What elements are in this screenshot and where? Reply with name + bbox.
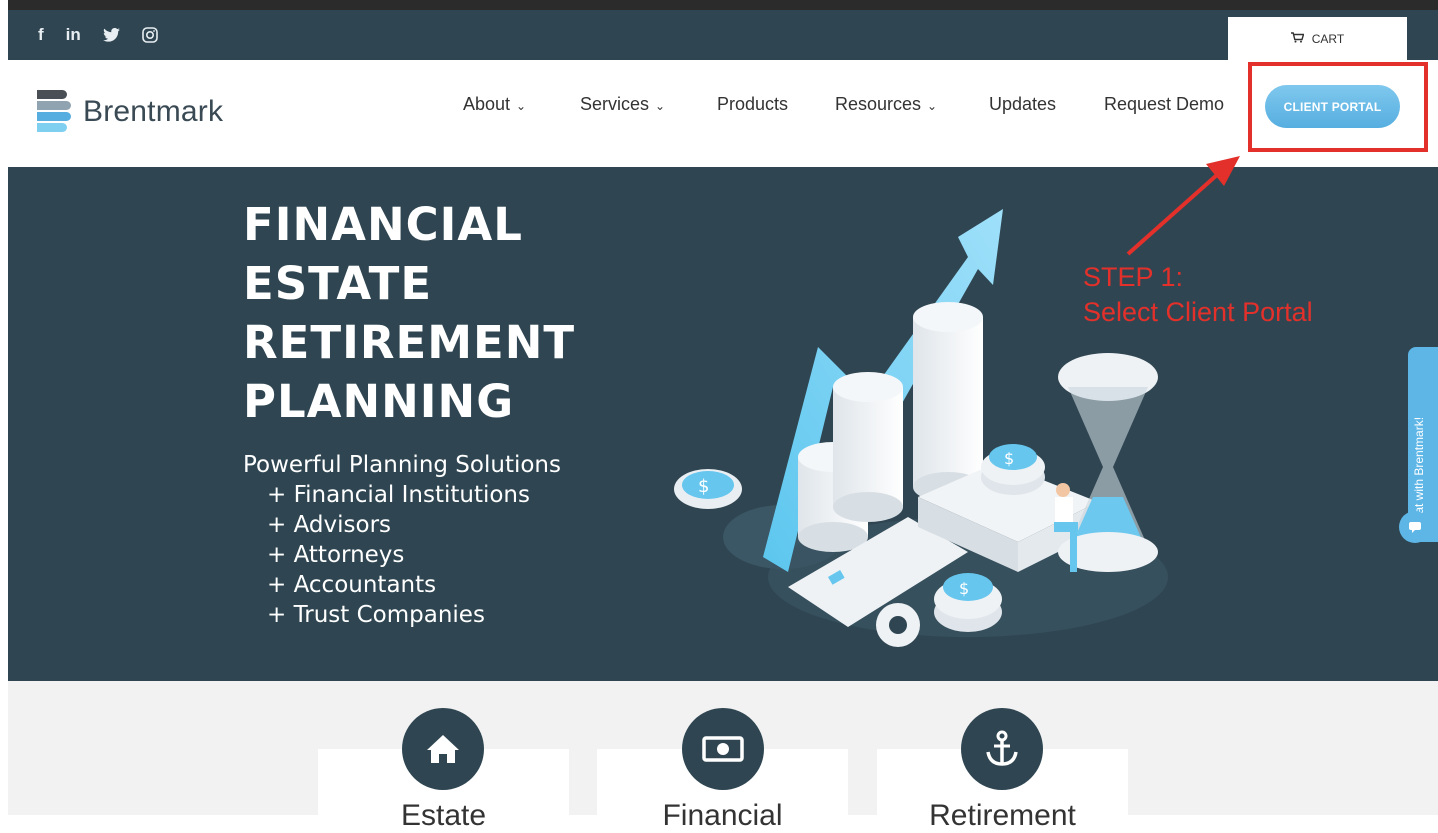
- home-icon: [402, 708, 484, 790]
- hero-subtitle-block: Powerful Planning Solutions + Financial …: [243, 450, 561, 630]
- hero-title-line: RETIREMENT: [243, 316, 576, 369]
- hero-list-item: + Accountants: [267, 572, 437, 598]
- nav-about[interactable]: About ⌄: [463, 94, 526, 115]
- nav-resources[interactable]: Resources ⌄: [835, 94, 937, 115]
- svg-text:$: $: [698, 476, 709, 497]
- main-nav: About ⌄ Services ⌄ Products Resources ⌄ …: [8, 60, 1438, 152]
- services-section: Estate Financial Retirement: [8, 681, 1438, 832]
- instagram-icon[interactable]: [141, 27, 158, 43]
- nav-updates-label: Updates: [989, 94, 1057, 114]
- hero-list-item: + Financial Institutions: [267, 482, 530, 508]
- top-bar: f in CART: [8, 10, 1438, 60]
- nav-services-label: Services: [580, 94, 650, 114]
- hero-subtitle: Powerful Planning Solutions: [243, 452, 561, 478]
- social-links: f in: [38, 10, 158, 60]
- cart-label: CART: [1311, 31, 1345, 46]
- svg-text:$: $: [959, 579, 969, 598]
- cart-button[interactable]: CART: [1228, 17, 1407, 60]
- nav-resources-label: Resources: [835, 94, 922, 114]
- step-annotation-line1: STEP 1:: [1083, 262, 1184, 292]
- facebook-icon[interactable]: f: [38, 25, 44, 45]
- cart-icon: [1290, 31, 1305, 46]
- annotation-arrow: [1126, 156, 1240, 256]
- step-annotation-line2: Select Client Portal: [1083, 297, 1313, 327]
- step-annotation: STEP 1: Select Client Portal: [1083, 260, 1313, 330]
- svg-text:$: $: [1004, 449, 1014, 468]
- twitter-icon[interactable]: [102, 28, 120, 42]
- annotation-highlight-box: [1248, 62, 1428, 152]
- hero-list-item: + Attorneys: [267, 542, 405, 568]
- nav-updates[interactable]: Updates: [989, 94, 1056, 115]
- nav-request-demo[interactable]: Request Demo: [1104, 94, 1224, 115]
- hero-title-line: ESTATE: [243, 257, 433, 310]
- nav-request-demo-label: Request Demo: [1104, 94, 1225, 114]
- chevron-down-icon: ⌄: [655, 98, 666, 113]
- anchor-icon: [961, 708, 1043, 790]
- linkedin-icon[interactable]: in: [66, 25, 81, 45]
- browser-top-strip: [0, 0, 1438, 10]
- nav-about-label: About: [463, 94, 511, 114]
- nav-products-label: Products: [717, 94, 789, 114]
- card-retirement-title: Retirement: [929, 799, 1076, 832]
- card-financial-title: Financial: [662, 799, 783, 832]
- chevron-down-icon: ⌄: [927, 98, 938, 113]
- chevron-down-icon: ⌄: [516, 98, 527, 113]
- chat-bubble-icon[interactable]: [1399, 511, 1431, 543]
- hero-list-item: + Trust Companies: [267, 602, 485, 628]
- hero-title-line: PLANNING: [243, 375, 515, 428]
- hero-title-line: FINANCIAL: [243, 198, 523, 251]
- hero-list-item: + Advisors: [267, 512, 392, 538]
- hero-title: FINANCIAL ESTATE RETIREMENT PLANNING: [243, 195, 575, 431]
- nav-products[interactable]: Products: [717, 94, 788, 115]
- money-icon: [682, 708, 764, 790]
- nav-services[interactable]: Services ⌄: [580, 94, 665, 115]
- card-estate-title: Estate: [400, 799, 487, 832]
